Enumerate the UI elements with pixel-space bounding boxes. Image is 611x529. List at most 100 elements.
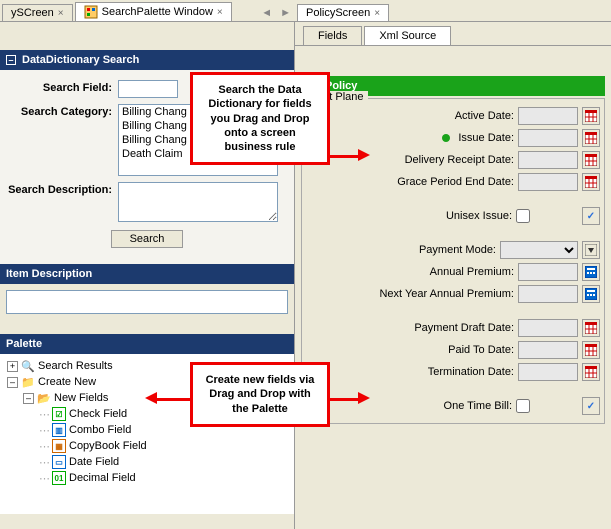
collapse-icon[interactable]: – [23, 393, 34, 404]
close-icon[interactable]: × [58, 8, 64, 19]
field-action-icon[interactable] [582, 151, 600, 169]
field-input[interactable] [518, 173, 578, 191]
sub-tab-strip: Fields Xml Source [295, 22, 611, 46]
search-field-input[interactable] [118, 80, 178, 98]
field-label: Payment Draft Date: [414, 322, 514, 334]
policy-field-row: Delivery Receipt Date: [306, 151, 600, 169]
tree-label: Search Results [38, 360, 113, 372]
section-title: Palette [6, 338, 42, 350]
field-type-icon: 01 [52, 471, 66, 485]
field-action-icon[interactable] [582, 241, 600, 259]
collapse-icon[interactable]: – [6, 55, 16, 65]
search-category-label: Search Category: [8, 104, 118, 118]
callout-search: Search the Data Dictionary for fields yo… [190, 72, 330, 165]
field-input[interactable] [518, 341, 578, 359]
left-plane-fieldset: Left Plane Active Date:Issue Date:Delive… [301, 98, 605, 424]
tree-label: CopyBook Field [69, 440, 147, 452]
field-label: Annual Premium: [430, 266, 514, 278]
palette-header: Palette [0, 334, 294, 354]
tree-item-field[interactable]: ⋯01Decimal Field [2, 470, 292, 486]
tab-scroll-right-icon[interactable]: ► [276, 5, 295, 21]
policy-field-row: Grace Period End Date: [306, 173, 600, 191]
policy-field-row: Issue Date: [306, 129, 600, 147]
field-checkbox[interactable] [516, 399, 530, 413]
search-button[interactable]: Search [111, 230, 184, 248]
marker-icon [442, 134, 450, 142]
field-type-icon: ▭ [52, 455, 66, 469]
field-type-icon: ☑ [52, 407, 66, 421]
tree-connector-icon: ⋯ [39, 472, 49, 485]
tab-label: ySCreen [11, 7, 54, 19]
policy-field-row: Unisex Issue:✓ [306, 207, 600, 225]
sub-tab-xmlsource[interactable]: Xml Source [364, 26, 451, 45]
expand-icon[interactable]: + [7, 361, 18, 372]
tree-item-field[interactable]: ⋯▦CopyBook Field [2, 438, 292, 454]
collapse-icon[interactable]: – [7, 377, 18, 388]
tab-label: SearchPalette Window [102, 6, 213, 18]
field-label: One Time Bill: [444, 400, 512, 412]
policy-field-row: Paid To Date: [306, 341, 600, 359]
tab-searchpalette[interactable]: SearchPalette Window × [75, 2, 232, 21]
tree-item-field[interactable]: ⋯▭Date Field [2, 454, 292, 470]
tab-policyscreen[interactable]: PolicyScreen × [297, 4, 389, 21]
policy-field-row: Active Date: [306, 107, 600, 125]
policy-field-row: Annual Premium: [306, 263, 600, 281]
field-label: Delivery Receipt Date: [405, 154, 514, 166]
tree-label: Date Field [69, 456, 119, 468]
search-description-label: Search Description: [8, 182, 118, 196]
field-type-icon: ▦ [52, 439, 66, 453]
tree-label: New Fields [54, 392, 108, 404]
tab-label: PolicyScreen [306, 7, 370, 19]
field-action-icon[interactable] [582, 263, 600, 281]
tree-connector-icon: ⋯ [39, 440, 49, 453]
tab-scroll-left-icon[interactable]: ◄ [257, 5, 276, 21]
field-action-icon[interactable] [582, 319, 600, 337]
field-action-icon[interactable]: ✓ [582, 397, 600, 415]
field-input[interactable] [518, 263, 578, 281]
field-action-icon[interactable]: ✓ [582, 207, 600, 225]
field-input[interactable] [518, 129, 578, 147]
field-action-icon[interactable] [582, 173, 600, 191]
field-label: Grace Period End Date: [397, 176, 514, 188]
field-input[interactable] [518, 319, 578, 337]
folder-open-icon: 📂 [37, 391, 51, 405]
sub-tab-fields[interactable]: Fields [303, 26, 362, 45]
search-description-input[interactable] [118, 182, 278, 222]
tree-connector-icon: ⋯ [39, 408, 49, 421]
callout-palette: Create new fields via Drag and Drop with… [190, 362, 330, 427]
palette-icon [84, 5, 98, 19]
item-description-box[interactable] [6, 290, 288, 314]
right-tab-strip: PolicyScreen × [295, 0, 611, 22]
policy-field-row: Next Year Annual Premium: [306, 285, 600, 303]
tree-label: Combo Field [69, 424, 131, 436]
tab-yscreen[interactable]: ySCreen × [2, 4, 73, 21]
folder-icon: 📁 [21, 375, 35, 389]
field-checkbox[interactable] [516, 209, 530, 223]
field-action-icon[interactable] [582, 107, 600, 125]
tree-label: Create New [38, 376, 96, 388]
tree-connector-icon: ⋯ [39, 424, 49, 437]
field-input[interactable] [518, 363, 578, 381]
field-label: Payment Mode: [419, 244, 496, 256]
field-action-icon[interactable] [582, 363, 600, 381]
field-action-icon[interactable] [582, 341, 600, 359]
close-icon[interactable]: × [374, 8, 380, 19]
tree-label: Check Field [69, 408, 127, 420]
close-icon[interactable]: × [217, 7, 223, 18]
field-action-icon[interactable] [582, 285, 600, 303]
left-tab-strip: ySCreen × SearchPalette Window × ◄ ► [0, 0, 295, 22]
field-input[interactable] [518, 151, 578, 169]
policy-field-row: Payment Draft Date: [306, 319, 600, 337]
section-title: Item Description [6, 268, 92, 280]
field-input[interactable] [518, 285, 578, 303]
field-combo[interactable] [500, 241, 578, 259]
itemdescription-header: Item Description [0, 264, 294, 284]
field-label: Next Year Annual Premium: [379, 288, 514, 300]
field-type-icon: ▥ [52, 423, 66, 437]
field-label: Active Date: [455, 110, 514, 122]
search-field-label: Search Field: [8, 80, 118, 94]
search-icon: 🔍 [21, 359, 35, 373]
policy-field-row: Termination Date: [306, 363, 600, 381]
field-action-icon[interactable] [582, 129, 600, 147]
field-input[interactable] [518, 107, 578, 125]
